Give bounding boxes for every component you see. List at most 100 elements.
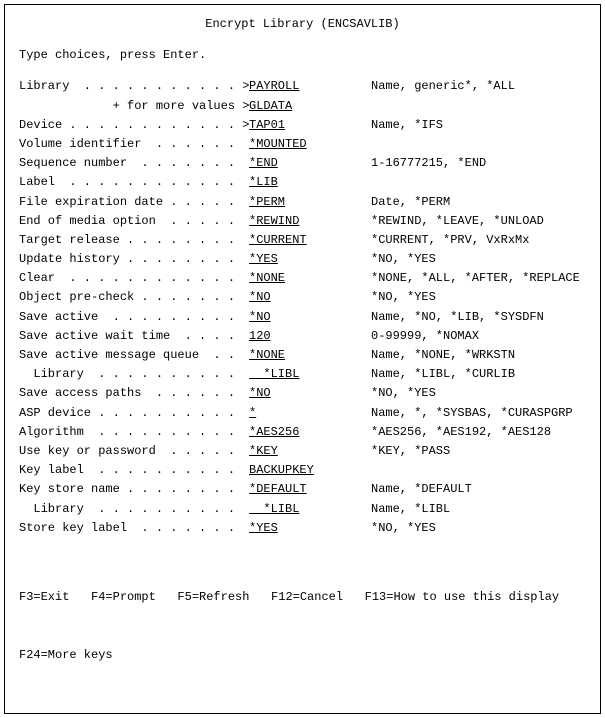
field-hint: Name, *LIBL (359, 500, 450, 519)
field-label: File expiration date . . . . . (19, 193, 249, 212)
field-row: Device . . . . . . . . . . . . > TAP01 Na… (19, 116, 586, 135)
field-hint: Name, generic*, *ALL (359, 77, 515, 96)
field-value-col: *AES256 (249, 423, 359, 442)
field-value-col: *DEFAULT (249, 480, 359, 499)
field-input[interactable]: TAP01 (249, 116, 319, 135)
field-hint: *NO, *YES (359, 384, 436, 403)
field-row: End of media option . . . . . *REWIND*RE… (19, 212, 586, 231)
field-row: Library . . . . . . . . . . *LIBL Name, *… (19, 500, 586, 519)
field-value-col: 120 (249, 327, 359, 346)
field-input[interactable]: GLDATA (249, 97, 319, 116)
field-row: Update history . . . . . . . . *YES*NO, … (19, 250, 586, 269)
field-input[interactable]: *LIBL (249, 365, 319, 384)
field-hint: *NO, *YES (359, 288, 436, 307)
field-label: Device . . . . . . . . . . . . > (19, 116, 249, 135)
field-input[interactable]: *NO (249, 308, 319, 327)
field-hint: Name, *DEFAULT (359, 480, 472, 499)
field-input[interactable]: *NO (249, 288, 319, 307)
field-row: Target release . . . . . . . . *CURRENT*… (19, 231, 586, 250)
command-screen: Encrypt Library (ENCSAVLIB) Type choices… (4, 4, 601, 714)
field-row: ASP device . . . . . . . . . . *Name, *,… (19, 404, 586, 423)
field-value-col: BACKUPKEY (249, 461, 359, 480)
field-label: Update history . . . . . . . . (19, 250, 249, 269)
field-value-col: *END (249, 154, 359, 173)
field-row: Algorithm . . . . . . . . . . *AES256 *AE… (19, 423, 586, 442)
field-value-col: *NONE (249, 346, 359, 365)
field-row: Save active message queue . . *NONE Name,… (19, 346, 586, 365)
field-hint: Name, *IFS (359, 116, 443, 135)
field-label: Label . . . . . . . . . . . . (19, 173, 249, 192)
field-label: Algorithm . . . . . . . . . . (19, 423, 249, 442)
field-input[interactable]: PAYROLL (249, 77, 319, 96)
field-row: Key store name . . . . . . . . *DEFAULT N… (19, 480, 586, 499)
field-input[interactable]: *LIB (249, 173, 319, 192)
field-row: Volume identifier . . . . . . *MOUNTED (19, 135, 586, 154)
field-row: Label . . . . . . . . . . . . *LIB (19, 173, 586, 192)
field-row: Clear . . . . . . . . . . . . *NONE*NONE… (19, 269, 586, 288)
field-value-col: *NO (249, 308, 359, 327)
field-input[interactable]: BACKUPKEY (249, 461, 337, 480)
field-input[interactable]: *END (249, 154, 319, 173)
field-label: Library . . . . . . . . . . (19, 365, 249, 384)
field-hint: Name, *LIBL, *CURLIB (359, 365, 515, 384)
field-input[interactable]: *AES256 (249, 423, 319, 442)
field-hint: Name, *NONE, *WRKSTN (359, 346, 515, 365)
field-hint: *REWIND, *LEAVE, *UNLOAD (359, 212, 544, 231)
field-value-col: *MOUNTED (249, 135, 359, 154)
page-title: Encrypt Library (ENCSAVLIB) (19, 15, 586, 34)
field-hint: *KEY, *PASS (359, 442, 450, 461)
field-value-col: * (249, 404, 359, 423)
field-row: Sequence number . . . . . . . *END1-1677… (19, 154, 586, 173)
field-row: Object pre-check . . . . . . . *NO*NO, *… (19, 288, 586, 307)
field-value-col: GLDATA (249, 97, 359, 116)
field-value-col: *LIBL (249, 365, 359, 384)
field-label: Library . . . . . . . . . . (19, 500, 249, 519)
field-input[interactable]: * (249, 404, 319, 423)
field-hint: *NONE, *ALL, *AFTER, *REPLACE (359, 269, 580, 288)
field-value-col: *PERM (249, 193, 359, 212)
field-value-col: PAYROLL (249, 77, 359, 96)
fkeys-line-1: F3=Exit F4=Prompt F5=Refresh F12=Cancel … (19, 588, 586, 607)
field-row: Library . . . . . . . . . . *LIBL Name, *… (19, 365, 586, 384)
field-input[interactable]: *CURRENT (249, 231, 319, 250)
field-row: Store key label . . . . . . . *YES*NO, *… (19, 519, 586, 538)
field-label: Key store name . . . . . . . . (19, 480, 249, 499)
field-row: Save active wait time . . . . 1200-99999… (19, 327, 586, 346)
field-input[interactable]: *REWIND (249, 212, 319, 231)
field-row: Save access paths . . . . . . *NO *NO, *Y… (19, 384, 586, 403)
field-input[interactable]: *DEFAULT (249, 480, 319, 499)
fields-container: Library . . . . . . . . . . . > PAYROLL N… (19, 77, 586, 538)
field-value-col: *NONE (249, 269, 359, 288)
field-hint: 0-99999, *NOMAX (359, 327, 479, 346)
field-input[interactable]: *YES (249, 250, 319, 269)
field-label: + for more values > (19, 97, 249, 116)
field-row: + for more values > GLDATA (19, 97, 586, 116)
field-row: Use key or password . . . . . *KEY*KEY, … (19, 442, 586, 461)
field-input[interactable]: 120 (249, 327, 319, 346)
field-input[interactable]: *MOUNTED (249, 135, 319, 154)
field-input[interactable]: *NONE (249, 346, 319, 365)
field-value-col: *NO (249, 384, 359, 403)
field-value-col: TAP01 (249, 116, 359, 135)
field-input[interactable]: *PERM (249, 193, 319, 212)
field-input[interactable]: *LIBL (249, 500, 319, 519)
field-hint: *AES256, *AES192, *AES128 (359, 423, 551, 442)
field-value-col: *YES (249, 519, 359, 538)
field-label: ASP device . . . . . . . . . . (19, 404, 249, 423)
field-value-col: *LIB (249, 173, 359, 192)
field-row: Save active . . . . . . . . . *NOName, *… (19, 308, 586, 327)
field-input[interactable]: *NONE (249, 269, 319, 288)
field-label: Key label . . . . . . . . . . (19, 461, 249, 480)
field-label: Store key label . . . . . . . (19, 519, 249, 538)
field-label: Target release . . . . . . . . (19, 231, 249, 250)
field-label: Sequence number . . . . . . . (19, 154, 249, 173)
field-input[interactable]: *KEY (249, 442, 319, 461)
fkeys-line-2: F24=More keys (19, 646, 586, 665)
field-input[interactable]: *NO (249, 384, 319, 403)
field-label: Save active message queue . . (19, 346, 249, 365)
field-label: Library . . . . . . . . . . . > (19, 77, 249, 96)
field-input[interactable]: *YES (249, 519, 319, 538)
field-value-col: *REWIND (249, 212, 359, 231)
field-row: Key label . . . . . . . . . . BACKUPKEY (19, 461, 586, 480)
field-label: Save access paths . . . . . . (19, 384, 249, 403)
